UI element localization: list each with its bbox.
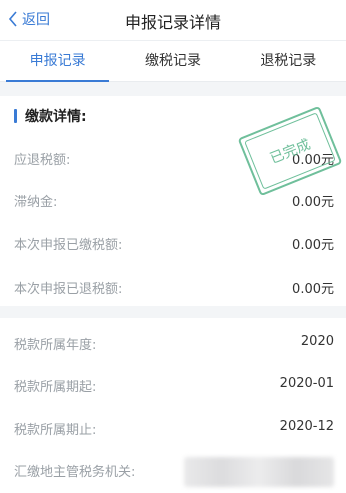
detail-row-tax-year: 税款所属年度: 2020 xyxy=(0,328,346,356)
detail-label: 滞纳金: xyxy=(14,195,58,210)
detail-value: 0.00元 xyxy=(292,282,334,297)
page-title: 申报记录详情 xyxy=(124,13,221,32)
detail-row-late-fee: 滞纳金: 0.00元 xyxy=(0,185,346,213)
detail-row-tax-authority: 汇缴地主管税务机关: xyxy=(0,455,346,487)
detail-row-paid-amount: 本次申报已缴税额: 0.00元 xyxy=(0,228,346,256)
section-title-text: 缴款详情: xyxy=(25,109,87,125)
detail-value: 2020 xyxy=(300,334,334,349)
section-title: 缴款详情: xyxy=(14,106,87,126)
detail-label: 税款所属期起: xyxy=(14,380,97,395)
tax-period-card: 税款所属年度: 2020 税款所属期起: 2020-01 税款所属期止: 202… xyxy=(0,318,346,493)
detail-value: 0.00元 xyxy=(292,238,334,253)
detail-label: 本次申报已退税额: xyxy=(14,282,123,297)
detail-label: 应退税额: xyxy=(14,153,71,168)
tab-tax-refund-record[interactable]: 退税记录 xyxy=(231,41,346,81)
detail-label: 税款所属年度: xyxy=(14,338,97,353)
detail-row-period-start: 税款所属期起: 2020-01 xyxy=(0,370,346,398)
detail-label: 本次申报已缴税额: xyxy=(14,238,123,253)
nav-bar: 返回 申报记录详情 xyxy=(0,0,346,40)
tab-bar: 申报记录 缴税记录 退税记录 xyxy=(0,40,346,82)
detail-label: 汇缴地主管税务机关: xyxy=(14,465,136,480)
detail-label: 税款所属期止: xyxy=(14,423,97,438)
tab-tax-payment-record[interactable]: 缴税记录 xyxy=(115,41,230,81)
section-accent-bar xyxy=(14,109,17,123)
detail-value: 2020-12 xyxy=(279,419,334,434)
tab-declaration-record[interactable]: 申报记录 xyxy=(0,41,115,82)
detail-row-period-end: 税款所属期止: 2020-12 xyxy=(0,413,346,441)
detail-value: 2020-01 xyxy=(279,376,334,391)
detail-row-refunded-amount: 本次申报已退税额: 0.00元 xyxy=(0,272,346,300)
redacted-tax-authority-value xyxy=(184,457,334,487)
detail-value: 0.00元 xyxy=(292,195,334,210)
